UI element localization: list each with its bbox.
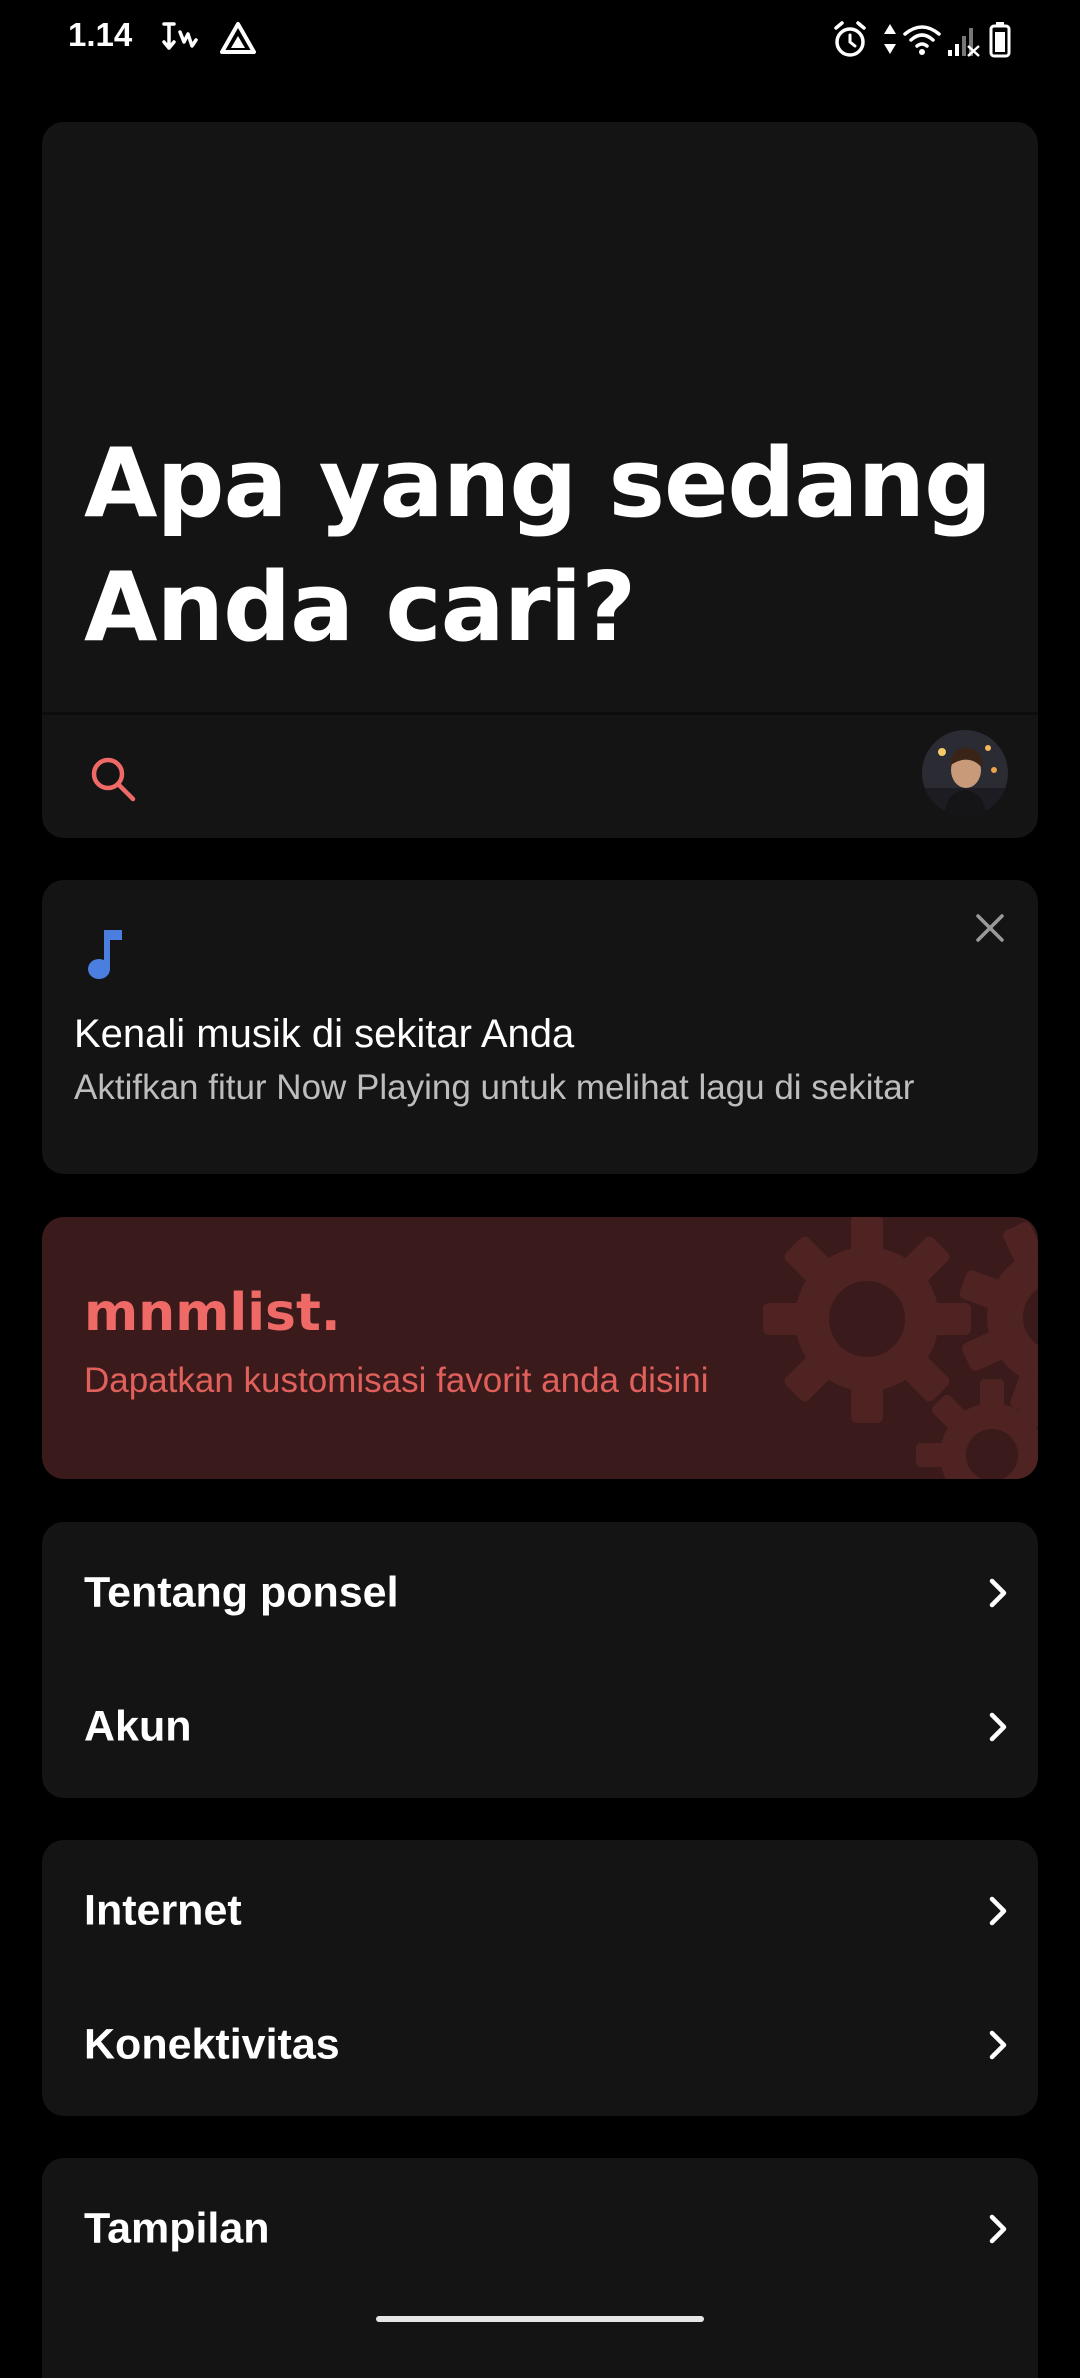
- menu-item-label: Tentang ponsel: [84, 1568, 399, 1617]
- now-playing-card[interactable]: Kenali musik di sekitar Anda Aktifkan fi…: [42, 880, 1038, 1174]
- data-saver-icon: [162, 22, 198, 50]
- battery-icon: [989, 22, 1011, 58]
- status-bar: 1.14: [0, 0, 1080, 80]
- search-bar[interactable]: [42, 712, 1038, 838]
- mnmlist-banner[interactable]: mnmlist. Dapatkan kustomisasi favorit an…: [42, 1217, 1038, 1479]
- chevron-right-icon: [989, 2214, 1007, 2244]
- now-playing-subtitle: Aktifkan fitur Now Playing untuk melihat…: [74, 1068, 915, 1107]
- menu-item-tentang-ponsel[interactable]: Tentang ponsel: [42, 1526, 1038, 1660]
- close-icon[interactable]: [970, 908, 1010, 948]
- menu-item-internet[interactable]: Internet: [42, 1844, 1038, 1978]
- wifi-icon: [903, 25, 941, 55]
- menu-item-label: Akun: [84, 1702, 192, 1751]
- menu-item-label: Konektivitas: [84, 2020, 340, 2069]
- chevron-right-icon: [989, 2030, 1007, 2060]
- alarm-icon: [834, 21, 866, 57]
- chevron-right-icon: [989, 1578, 1007, 1608]
- menu-item-label: Internet: [84, 1886, 242, 1935]
- drive-icon: [220, 22, 256, 54]
- settings-group-1: Tentang ponsel Akun: [42, 1522, 1038, 1798]
- menu-item-tampilan[interactable]: Tampilan: [42, 2162, 1038, 2296]
- settings-group-2: Internet Konektivitas: [42, 1840, 1038, 2116]
- banner-subtitle: Dapatkan kustomisasi favorit anda disini: [84, 1361, 709, 1400]
- data-arrows-icon: [884, 24, 896, 54]
- banner-title: mnmlist.: [84, 1283, 341, 1343]
- menu-item-akun[interactable]: Akun: [42, 1660, 1038, 1794]
- status-time: 1.14: [68, 16, 133, 53]
- menu-item-label: Tampilan: [84, 2204, 270, 2253]
- page-title: Apa yang sedang Anda cari?: [84, 429, 992, 663]
- menu-item-konektivitas[interactable]: Konektivitas: [42, 1978, 1038, 2112]
- chevron-right-icon: [989, 1712, 1007, 1742]
- now-playing-title: Kenali musik di sekitar Anda: [74, 1012, 575, 1056]
- settings-group-3: Tampilan: [42, 2158, 1038, 2378]
- search-icon[interactable]: [86, 752, 140, 806]
- signal-icon: [948, 28, 980, 57]
- gesture-nav-handle[interactable]: [376, 2316, 704, 2322]
- chevron-right-icon: [989, 1896, 1007, 1926]
- avatar[interactable]: [922, 730, 1008, 816]
- gears-icon: [763, 1217, 1038, 1479]
- search-hero-card: Apa yang sedang Anda cari?: [42, 122, 1038, 838]
- music-note-icon: [88, 930, 122, 979]
